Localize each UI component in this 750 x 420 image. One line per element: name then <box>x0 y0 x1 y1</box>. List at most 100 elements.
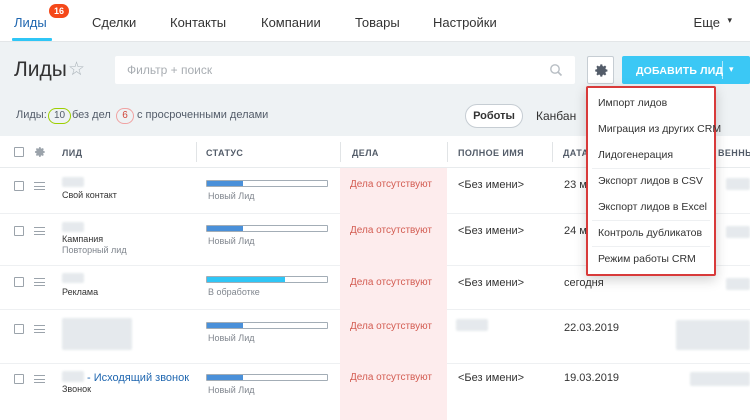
more-menu[interactable]: Еще <box>694 15 720 30</box>
status-progress-bar[interactable] <box>206 180 328 187</box>
menu-item-migration[interactable]: Миграция из других CRM <box>598 123 721 135</box>
status-progress-bar[interactable] <box>206 322 328 329</box>
column-divider <box>552 142 553 162</box>
redacted-responsible <box>676 320 750 350</box>
tab-deals[interactable]: Сделки <box>92 15 136 30</box>
deals-empty-text: Дела отсутствуют <box>350 372 432 383</box>
row-checkbox[interactable] <box>14 277 24 287</box>
status-progress-fill <box>207 181 243 186</box>
column-header-deals[interactable]: ДЕЛА <box>352 148 379 158</box>
menu-item-crm-mode[interactable]: Режим работы CRM <box>598 253 696 265</box>
status-progress-fill <box>207 277 285 282</box>
settings-dropdown-menu: Импорт лидов Миграция из других CRM Лидо… <box>586 86 721 276</box>
column-divider <box>447 142 448 162</box>
tab-companies[interactable]: Компании <box>261 15 321 30</box>
row-checkbox[interactable] <box>14 226 24 236</box>
kanban-view-link[interactable]: Канбан <box>536 109 576 123</box>
deals-cell: Дела отсутствуют <box>340 168 447 214</box>
column-header-lead[interactable]: ЛИД <box>62 148 82 158</box>
redacted-lead-name <box>62 273 84 283</box>
robots-button[interactable]: Роботы <box>465 104 523 128</box>
menu-item-export-csv[interactable]: Экспорт лидов в CSV <box>598 175 703 187</box>
date: 24 м <box>564 225 587 237</box>
status-progress-fill <box>207 375 243 380</box>
column-divider <box>196 142 197 162</box>
add-lead-label: ДОБАВИТЬ ЛИД <box>636 65 724 77</box>
redacted-responsible <box>726 278 750 290</box>
tab-settings[interactable]: Настройки <box>433 15 497 30</box>
full-name: <Без имени> <box>458 225 525 237</box>
redacted-lead-name <box>62 177 84 187</box>
deals-cell: Дела отсутствуют <box>340 214 447 266</box>
date: 23 м <box>564 179 587 191</box>
menu-item-import-leads[interactable]: Импорт лидов <box>598 97 667 109</box>
redacted-lead-name <box>62 318 132 350</box>
settings-gear-button[interactable] <box>587 56 614 84</box>
leads-count-badge: 16 <box>49 4 70 18</box>
no-deals-count[interactable]: 10 <box>48 108 72 124</box>
redacted-lead-name <box>62 371 84 382</box>
table-row[interactable]: - Исходящий звонок Звонок Новый Лид Дела… <box>0 364 750 420</box>
status-progress-bar[interactable] <box>206 374 328 381</box>
star-icon[interactable]: ☆ <box>68 58 85 81</box>
deals-cell: Дела отсутствуют <box>340 266 447 310</box>
counters-label: Лиды: <box>16 109 47 121</box>
full-name: <Без имени> <box>458 372 525 384</box>
deals-empty-text: Дела отсутствуют <box>350 225 432 236</box>
column-divider <box>340 142 341 162</box>
row-menu-icon[interactable] <box>34 375 45 383</box>
status-label: Новый Лид <box>208 191 255 201</box>
chevron-down-icon[interactable]: ▾ <box>729 64 734 75</box>
search-input[interactable] <box>115 56 575 84</box>
tab-contacts[interactable]: Контакты <box>170 15 226 30</box>
menu-item-lead-generation[interactable]: Лидогенерация <box>598 149 673 161</box>
date: 19.03.2019 <box>564 372 620 384</box>
row-checkbox[interactable] <box>14 181 24 191</box>
menu-item-duplicate-control[interactable]: Контроль дубликатов <box>598 227 702 239</box>
lead-repeat-label: Повторный лид <box>62 245 127 255</box>
deals-empty-text: Дела отсутствуют <box>350 321 432 332</box>
lead-source: Кампания <box>62 234 104 244</box>
status-progress-fill <box>207 323 243 328</box>
column-header-full-name[interactable]: ПОЛНОЕ ИМЯ <box>458 148 524 158</box>
row-checkbox[interactable] <box>14 324 24 334</box>
row-menu-icon[interactable] <box>34 325 45 333</box>
table-row[interactable]: Новый Лид Дела отсутствуют 22.03.2019 <box>0 310 750 364</box>
column-header-responsible[interactable]: ВЕННЫ <box>718 148 750 158</box>
row-menu-icon[interactable] <box>34 227 45 235</box>
menu-item-export-excel[interactable]: Экспорт лидов в Excel <box>598 201 707 213</box>
deals-empty-text: Дела отсутствуют <box>350 277 432 288</box>
redacted-full-name <box>456 319 488 331</box>
filter-search-box[interactable] <box>115 56 575 84</box>
row-checkbox[interactable] <box>14 374 24 384</box>
column-header-date[interactable]: ДАТА <box>563 148 589 158</box>
overdue-label[interactable]: с просроченными делами <box>137 109 268 121</box>
lead-title-link[interactable]: - Исходящий звонок <box>87 372 189 384</box>
date: 22.03.2019 <box>564 322 620 334</box>
menu-divider <box>592 168 710 169</box>
add-lead-button[interactable]: ДОБАВИТЬ ЛИД ▾ <box>622 56 750 84</box>
date: сегодня <box>564 277 604 289</box>
page-title: Лиды <box>14 58 67 81</box>
select-all-checkbox[interactable] <box>14 147 24 157</box>
menu-divider <box>592 246 710 247</box>
tab-leads[interactable]: Лиды <box>14 15 47 30</box>
column-header-status[interactable]: СТАТУС <box>206 148 243 158</box>
button-divider <box>722 61 723 79</box>
lead-source: Свой контакт <box>62 190 117 200</box>
status-progress-bar[interactable] <box>206 225 328 232</box>
status-progress-bar[interactable] <box>206 276 328 283</box>
overdue-count[interactable]: 6 <box>116 108 134 124</box>
redacted-lead-name <box>62 222 84 232</box>
redacted-responsible <box>726 178 750 190</box>
row-menu-icon[interactable] <box>34 278 45 286</box>
column-settings-icon[interactable] <box>34 146 46 158</box>
status-label: Новый Лид <box>208 333 255 343</box>
no-deals-label[interactable]: без дел <box>72 109 111 121</box>
active-tab-indicator <box>12 38 52 41</box>
deals-cell: Дела отсутствуют <box>340 310 447 364</box>
deals-empty-text: Дела отсутствуют <box>350 179 432 190</box>
row-menu-icon[interactable] <box>34 182 45 190</box>
search-icon[interactable] <box>549 63 563 77</box>
tab-products[interactable]: Товары <box>355 15 400 30</box>
